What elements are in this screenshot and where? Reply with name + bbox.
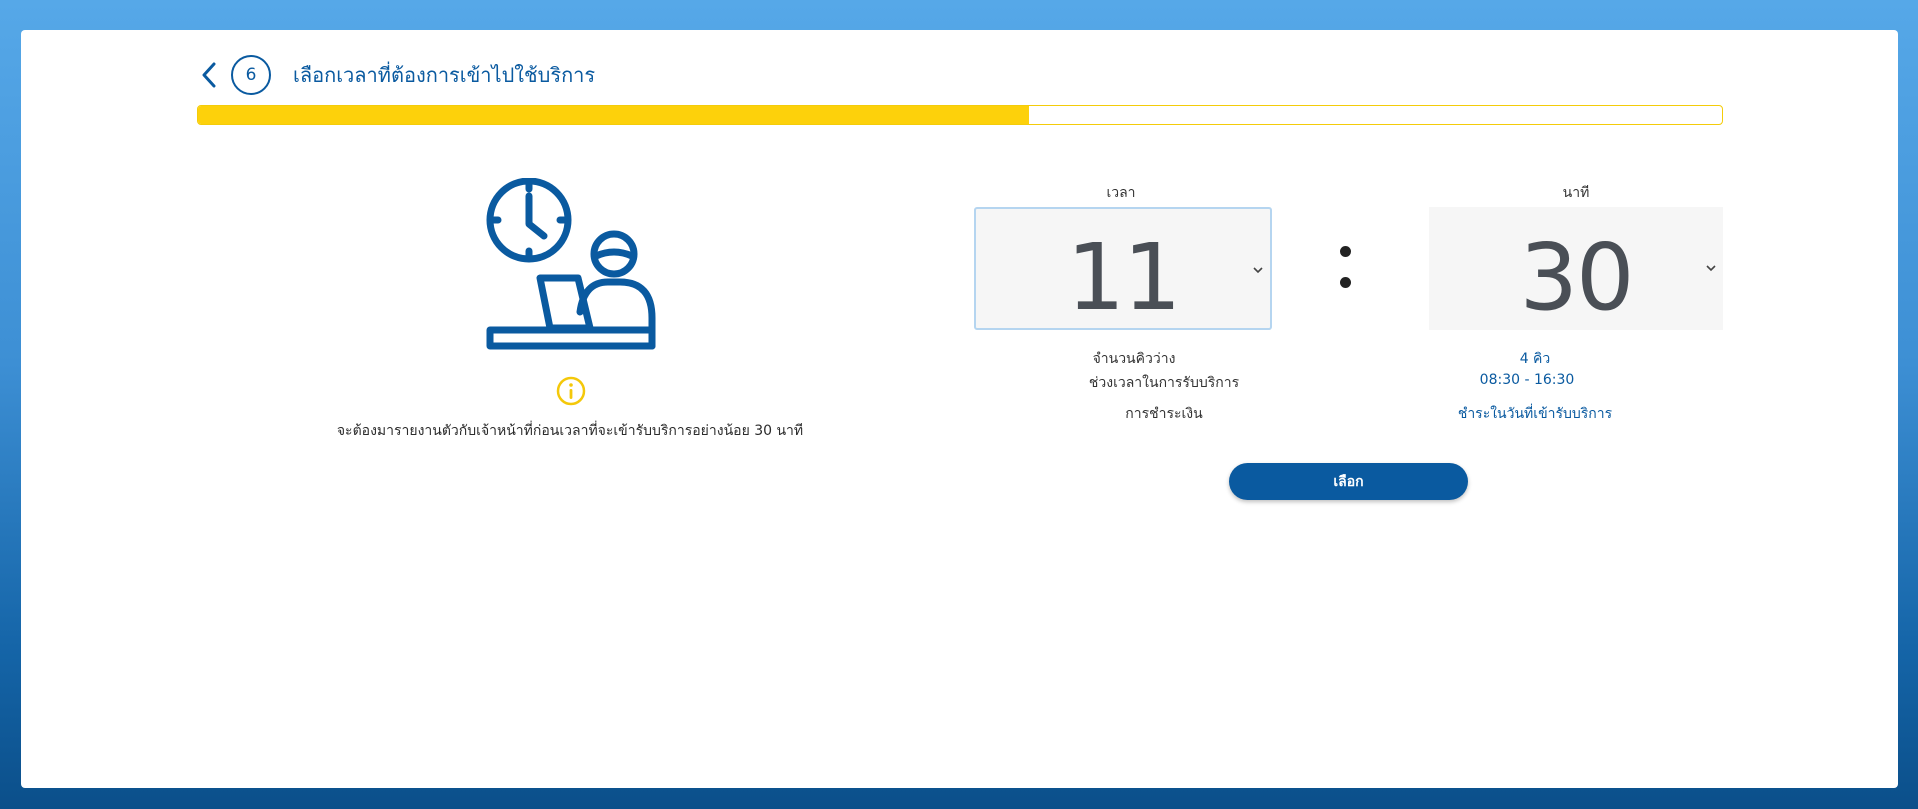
- progress-bar: [197, 105, 1723, 125]
- minute-label: นาที: [1562, 185, 1590, 201]
- service-time-label: ช่วงเวลาในการรับบริการ: [1088, 375, 1240, 391]
- service-time-value: 08:30 - 16:30: [1479, 372, 1575, 388]
- chevron-down-icon: [1253, 267, 1263, 274]
- queue-label: จำนวนคิวว่าง: [1092, 351, 1176, 367]
- back-button[interactable]: [197, 59, 221, 91]
- page-header: 6 เลือกเวลาที่ต้องการเข้าไปใช้บริการ: [197, 55, 595, 95]
- hour-select[interactable]: 11: [974, 207, 1272, 331]
- select-button[interactable]: เลือก: [1229, 463, 1468, 500]
- payment-label: การชำระเงิน: [1125, 406, 1203, 422]
- page-title: เลือกเวลาที่ต้องการเข้าไปใช้บริการ: [293, 63, 596, 87]
- back-arrow-icon: [202, 62, 216, 88]
- payment-value: ชำระในวันที่เข้ารับบริการ: [1457, 406, 1613, 422]
- time-separator: [1340, 246, 1354, 298]
- report-notice: จะต้องมารายงานตัวกับเจ้าหน้าที่ก่อนเวลาท…: [336, 423, 804, 439]
- hour-value: 11: [1066, 224, 1181, 331]
- step-indicator: 6: [231, 55, 271, 95]
- clock-person-laptop-icon: [486, 178, 656, 350]
- hour-label: เวลา: [1106, 185, 1136, 201]
- minute-value: 30: [1519, 224, 1634, 331]
- queue-value: 4 คิว: [1519, 351, 1551, 367]
- info-icon: [556, 376, 586, 406]
- chevron-down-icon: [1706, 265, 1716, 272]
- progress-bar-fill: [198, 106, 1029, 124]
- minute-select[interactable]: 30: [1429, 207, 1723, 331]
